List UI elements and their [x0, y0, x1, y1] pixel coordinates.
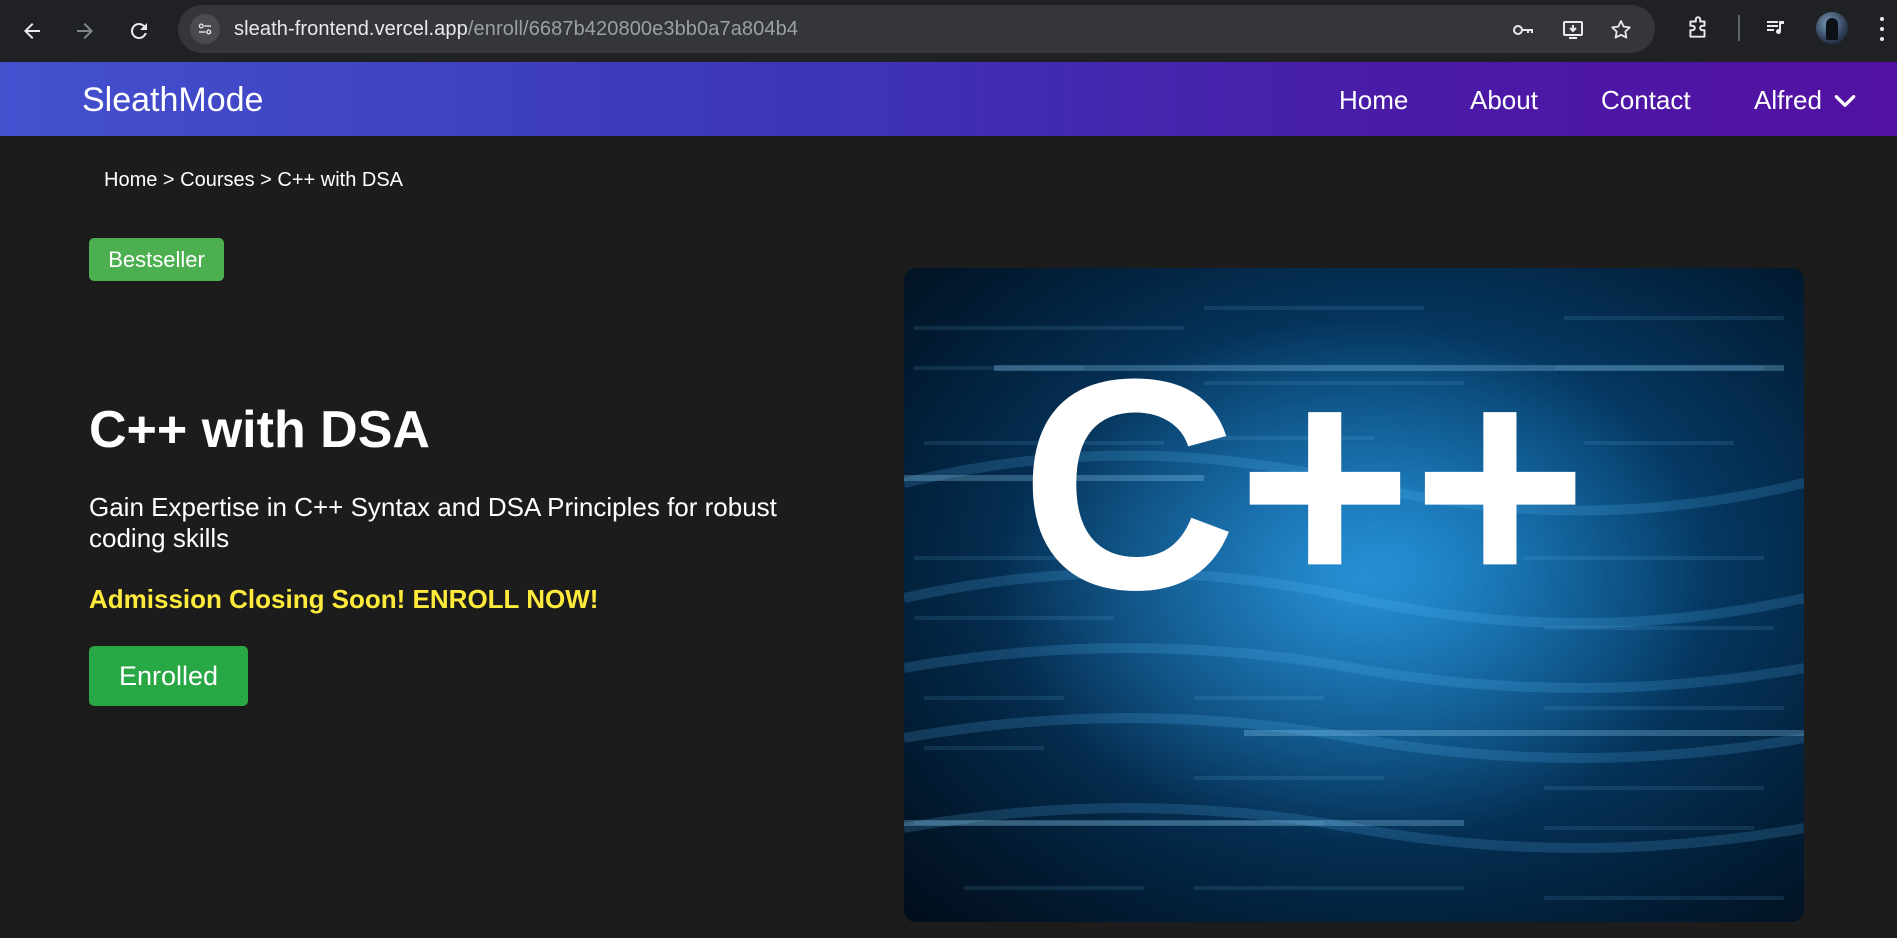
nav-link-contact[interactable]: Contact	[1601, 85, 1691, 116]
url-path: /enroll/6687b420800e3bb0a7a804b4	[467, 18, 799, 40]
nav-link-about[interactable]: About	[1470, 85, 1538, 116]
chevron-down-icon	[1834, 94, 1856, 107]
course-title: C++ with DSA	[89, 401, 430, 459]
url-host: sleath-frontend.vercel.app	[234, 18, 468, 40]
toolbar-divider	[1738, 15, 1740, 41]
forward-button[interactable]	[67, 13, 103, 49]
breadcrumb[interactable]: Home > Courses > C++ with DSA	[104, 169, 403, 192]
site-info-button[interactable]	[190, 14, 220, 44]
enrolled-button[interactable]: Enrolled	[89, 646, 248, 706]
extensions-button[interactable]	[1682, 12, 1714, 44]
site-info-icon	[198, 23, 212, 35]
reload-button[interactable]	[121, 13, 157, 49]
bookmark-button[interactable]	[1608, 17, 1634, 43]
browser-toolbar: sleath-frontend.vercel.app/enroll/6687b4…	[0, 0, 1897, 62]
user-name: Alfred	[1754, 85, 1822, 115]
profile-avatar[interactable]	[1816, 12, 1848, 44]
forward-icon	[77, 23, 93, 39]
site-navbar: SleathMode Home About Contact Alfred	[0, 62, 1897, 136]
address-bar[interactable]: sleath-frontend.vercel.app/enroll/6687b4…	[178, 5, 1655, 53]
nav-link-home[interactable]: Home	[1339, 85, 1408, 116]
admission-notice: Admission Closing Soon! ENROLL NOW!	[89, 584, 599, 614]
bestseller-badge: Bestseller	[89, 238, 224, 281]
back-button[interactable]	[14, 13, 50, 49]
course-description: Gain Expertise in C++ Syntax and DSA Pri…	[89, 492, 777, 553]
password-key-button[interactable]	[1510, 17, 1536, 43]
chrome-menu-icon[interactable]	[1872, 14, 1892, 44]
reload-icon	[130, 22, 147, 39]
course-image: C++	[904, 268, 1804, 922]
cpp-logo-text: C++	[1020, 316, 1587, 652]
brand-logo[interactable]: SleathMode	[82, 81, 263, 120]
user-menu-dropdown[interactable]: Alfred	[1754, 85, 1858, 116]
media-controls-button[interactable]	[1760, 12, 1792, 44]
url-text[interactable]: sleath-frontend.vercel.app/enroll/6687b4…	[234, 18, 798, 41]
back-icon	[24, 23, 40, 39]
password-key-icon	[1513, 25, 1533, 35]
extensions-icon	[1689, 16, 1706, 38]
bookmark-star-icon	[1611, 20, 1631, 39]
install-app-button[interactable]	[1560, 17, 1586, 43]
media-controls-icon	[1767, 21, 1784, 34]
install-app-icon	[1563, 21, 1583, 39]
